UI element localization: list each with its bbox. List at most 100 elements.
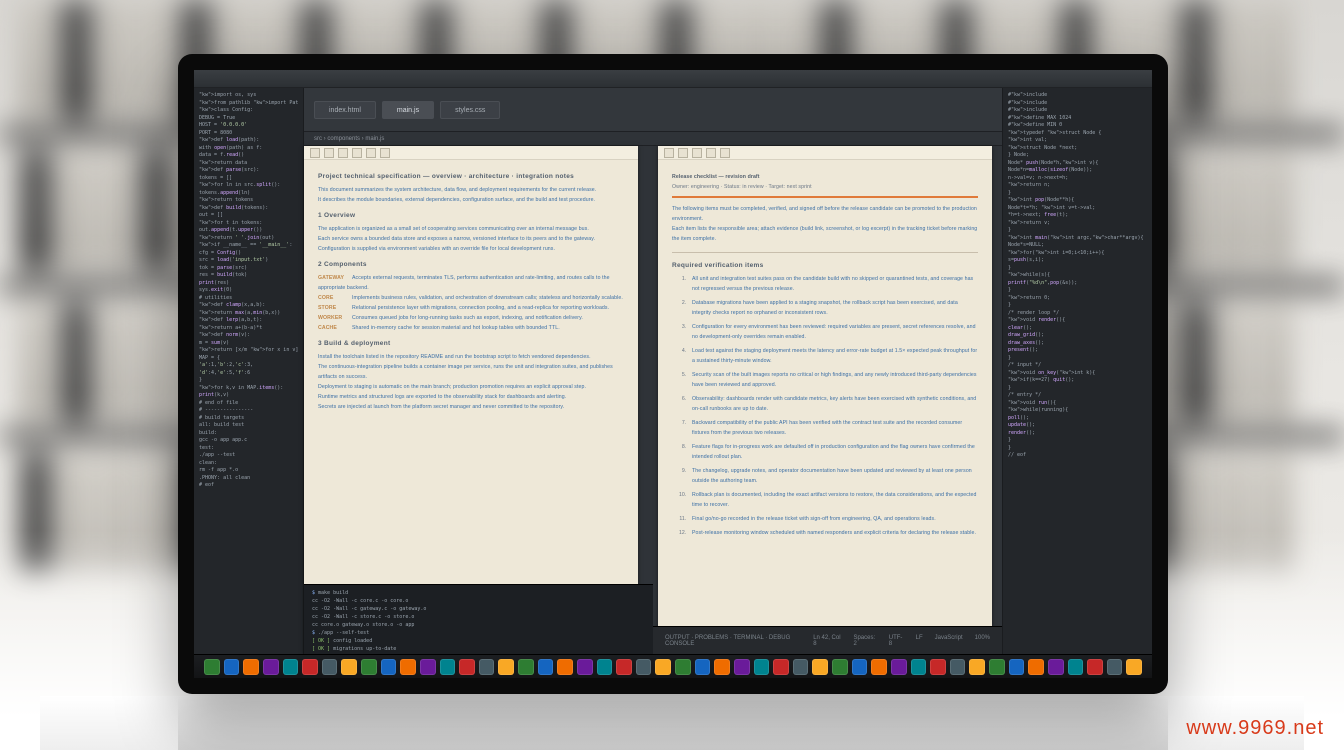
- taskbar-app-18[interactable]: [557, 659, 573, 675]
- taskbar-app-29[interactable]: [773, 659, 789, 675]
- checklist-text: Observability: dashboards render with ca…: [692, 396, 976, 412]
- status-chip[interactable]: 100%: [975, 635, 990, 647]
- save-icon[interactable]: [324, 148, 334, 158]
- tab-styles-css[interactable]: styles.css: [440, 101, 500, 119]
- code-line: "kw">int val;: [1008, 137, 1147, 145]
- taskbar-app-14[interactable]: [479, 659, 495, 675]
- taskbar-app-34[interactable]: [871, 659, 887, 675]
- code-line: "kw">return a+(b-a)*t: [199, 325, 298, 333]
- code-line: clean:: [199, 460, 298, 468]
- taskbar-app-30[interactable]: [793, 659, 809, 675]
- taskbar-app-43[interactable]: [1048, 659, 1064, 675]
- doc-right-list: All unit and integration test suites pas…: [688, 274, 978, 538]
- taskbar-app-9[interactable]: [381, 659, 397, 675]
- status-chip[interactable]: Spaces: 2: [853, 635, 876, 647]
- taskbar-app-46[interactable]: [1107, 659, 1123, 675]
- taskbar-app-26[interactable]: [714, 659, 730, 675]
- taskbar-app-45[interactable]: [1087, 659, 1103, 675]
- taskbar-app-11[interactable]: [420, 659, 436, 675]
- checklist-item: Rollback plan is documented, including t…: [688, 490, 978, 510]
- code-line: "kw">while(running){: [1008, 407, 1147, 415]
- code-line: #"kw">define MIN 0: [1008, 122, 1147, 130]
- code-line: "kw">return n;: [1008, 182, 1147, 190]
- redo-icon[interactable]: [366, 148, 376, 158]
- code-line: "kw">return max(a,min(b,x)): [199, 310, 298, 318]
- status-chip[interactable]: LF: [916, 635, 923, 647]
- status-chip[interactable]: UTF-8: [889, 635, 904, 647]
- taskbar-app-32[interactable]: [832, 659, 848, 675]
- taskbar-app-21[interactable]: [616, 659, 632, 675]
- taskbar-app-27[interactable]: [734, 659, 750, 675]
- undo-icon[interactable]: [352, 148, 362, 158]
- taskbar-app-2[interactable]: [243, 659, 259, 675]
- right-code-panel[interactable]: #"kw">include #"kw">include #"kw">includ…: [1002, 88, 1152, 654]
- status-left[interactable]: OUTPUT · PROBLEMS · TERMINAL · DEBUG CON…: [665, 635, 813, 647]
- taskbar-app-23[interactable]: [655, 659, 671, 675]
- taskbar-app-0[interactable]: [204, 659, 220, 675]
- app-menubar[interactable]: [194, 70, 1152, 88]
- taskbar-app-39[interactable]: [969, 659, 985, 675]
- taskbar-app-5[interactable]: [302, 659, 318, 675]
- code-line: *h=t->next; free(t);: [1008, 212, 1147, 220]
- taskbar-app-3[interactable]: [263, 659, 279, 675]
- search-icon[interactable]: [380, 148, 390, 158]
- left-code-panel[interactable]: "kw">import os, sys"kw">from pathlib "kw…: [194, 88, 304, 654]
- taskbar-app-25[interactable]: [695, 659, 711, 675]
- status-chip[interactable]: Ln 42, Col 8: [813, 635, 841, 647]
- code-line: PORT = 8080: [199, 130, 298, 138]
- code-line: "kw">def build(tokens):: [199, 205, 298, 213]
- code-line: render();: [1008, 430, 1147, 438]
- fit-icon[interactable]: [706, 148, 716, 158]
- save-icon[interactable]: [678, 148, 688, 158]
- taskbar-app-1[interactable]: [224, 659, 240, 675]
- taskbar-app-41[interactable]: [1009, 659, 1025, 675]
- taskbar-app-28[interactable]: [754, 659, 770, 675]
- component-row: WORKERConsumes queued jobs for long-runn…: [318, 313, 624, 323]
- file-icon[interactable]: [664, 148, 674, 158]
- checklist-item: Configuration for every environment has …: [688, 322, 978, 342]
- taskbar-app-20[interactable]: [597, 659, 613, 675]
- file-icon[interactable]: [310, 148, 320, 158]
- checklist-text: Backward compatibility of the public API…: [692, 420, 962, 436]
- taskbar-app-15[interactable]: [498, 659, 514, 675]
- zoom-icon[interactable]: [692, 148, 702, 158]
- taskbar-app-40[interactable]: [989, 659, 1005, 675]
- taskbar-app-38[interactable]: [950, 659, 966, 675]
- taskbar-app-10[interactable]: [400, 659, 416, 675]
- terminal-panel[interactable]: $ make buildcc -O2 -Wall -c core.c -o co…: [304, 584, 653, 654]
- taskbar-app-47[interactable]: [1126, 659, 1142, 675]
- taskbar-app-8[interactable]: [361, 659, 377, 675]
- taskbar-app-42[interactable]: [1028, 659, 1044, 675]
- document-left[interactable]: Project technical specification — overvi…: [304, 146, 638, 654]
- document-right[interactable]: Release checklist — revision draft Owner…: [658, 146, 992, 654]
- code-line: clear();: [1008, 325, 1147, 333]
- code-line: "kw">void render(){: [1008, 317, 1147, 325]
- breadcrumbs[interactable]: src › components › main.js: [304, 132, 1002, 146]
- tab-main-js[interactable]: main.js: [382, 101, 434, 119]
- find-icon[interactable]: [720, 148, 730, 158]
- taskbar-app-22[interactable]: [636, 659, 652, 675]
- code-line: 'a':1,'b':2,'c':3,: [199, 362, 298, 370]
- taskbar-app-36[interactable]: [911, 659, 927, 675]
- taskbar-app-4[interactable]: [283, 659, 299, 675]
- taskbar-app-16[interactable]: [518, 659, 534, 675]
- taskbar-app-12[interactable]: [440, 659, 456, 675]
- taskbar-app-35[interactable]: [891, 659, 907, 675]
- taskbar-app-37[interactable]: [930, 659, 946, 675]
- code-line: "kw">for ln in src.split():: [199, 182, 298, 190]
- code-line: "kw">typedef "kw">struct Node {: [1008, 130, 1147, 138]
- status-chip[interactable]: JavaScript: [935, 635, 963, 647]
- taskbar-app-19[interactable]: [577, 659, 593, 675]
- taskbar-app-7[interactable]: [341, 659, 357, 675]
- taskbar-app-31[interactable]: [812, 659, 828, 675]
- taskbar-app-13[interactable]: [459, 659, 475, 675]
- watermark-text: www.9969.net: [1186, 717, 1324, 740]
- print-icon[interactable]: [338, 148, 348, 158]
- taskbar-app-44[interactable]: [1068, 659, 1084, 675]
- tab-index-html[interactable]: index.html: [314, 101, 376, 119]
- taskbar-app-33[interactable]: [852, 659, 868, 675]
- taskbar-app-17[interactable]: [538, 659, 554, 675]
- taskbar-app-24[interactable]: [675, 659, 691, 675]
- taskbar-app-6[interactable]: [322, 659, 338, 675]
- code-line: print(res): [199, 280, 298, 288]
